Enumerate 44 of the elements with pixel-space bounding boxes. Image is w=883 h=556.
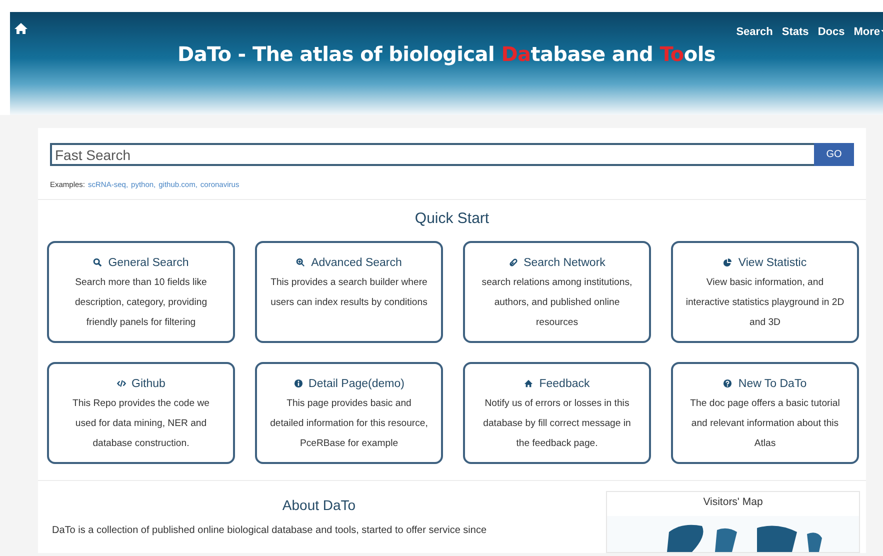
card-title: Detail Page(demo)	[308, 378, 404, 390]
site-title: DaTo - The atlas of biological Database and Tools	[176, 42, 716, 66]
about-text: DaTo is a collection of published online biological database and tools, started to offer service since	[52, 525, 488, 536]
card-description: View basic information, and interactive statistics playground in 2D and 3D	[684, 276, 846, 330]
quick-start-card[interactable]: Advanced Search This provides a search builder where users can index results by conditions	[255, 241, 443, 343]
zoom-in-icon	[296, 258, 306, 267]
quick-start-card[interactable]: Search Network search relations among institutions, authors, and published online resources	[463, 241, 651, 343]
card-description: This page provides basic and detailed information for this resource, PceRBase for example	[269, 397, 429, 451]
home-icon	[524, 379, 534, 388]
card-description: This provides a search builder where users can index results by conditions	[270, 276, 428, 310]
card-description: search relations among institutions, authors, and published online resources	[480, 276, 634, 330]
quick-start-card[interactable]: Feedback Notify us of errors or losses in this database by fill correct message in the feedback page.	[463, 362, 651, 464]
link-icon	[508, 258, 518, 267]
go-button[interactable]: GO	[814, 143, 854, 166]
home-icon[interactable]	[14, 22, 28, 35]
nav-link[interactable]: Stats	[782, 22, 809, 38]
quick-start-card[interactable]: View Statistic View basic information, and interactive statistics playground in 2D and 3D	[671, 241, 859, 343]
card-title: General Search	[108, 256, 189, 268]
nav-link[interactable]: Search	[736, 22, 773, 38]
nav-link[interactable]: Docs	[818, 22, 845, 38]
card-title: View Statistic	[738, 256, 807, 268]
section-title: Quick Start	[414, 210, 490, 227]
card-title: Feedback	[539, 378, 590, 390]
card-description: The doc page offers a basic tutorial and relevant information about this Atlas	[689, 397, 841, 451]
quick-start-card[interactable]: Github This Repo provides the code we used for data mining, NER and database construction.	[47, 362, 235, 464]
section-title: About DaTo	[281, 496, 357, 513]
map-title: Visitors' Map	[702, 495, 764, 508]
card-title: Search Network	[524, 256, 606, 268]
card-description: Notify us of errors or losses in this database by fill correct message in the feedback page.	[482, 397, 632, 451]
info-icon	[294, 379, 303, 388]
pie-chart-icon	[723, 258, 732, 267]
nav-link[interactable]: More	[854, 22, 880, 38]
search-icon	[93, 258, 102, 267]
quick-start-card[interactable]: New To DaTo The doc page offers a basic tutorial and relevant information about this Atlas	[671, 362, 859, 464]
card-title: Github	[132, 378, 166, 390]
quick-start-card[interactable]: Detail Page(demo) This page provides basic and detailed information for this resource, PceRBase for example	[255, 362, 443, 464]
card-description: Search more than 10 fields like description, category, providing friendly panels for filtering	[74, 276, 208, 330]
quick-start-card[interactable]: General Search Search more than 10 fields like description, category, providing friendly panels for filtering	[47, 241, 235, 343]
card-title: Advanced Search	[311, 256, 402, 268]
code-icon	[116, 379, 126, 388]
search-field[interactable]: Fast Search	[50, 143, 814, 166]
question-icon	[723, 379, 732, 388]
card-description: This Repo provides the code we used for data mining, NER and database construction.	[71, 397, 211, 451]
card-title: New To DaTo	[738, 378, 807, 390]
